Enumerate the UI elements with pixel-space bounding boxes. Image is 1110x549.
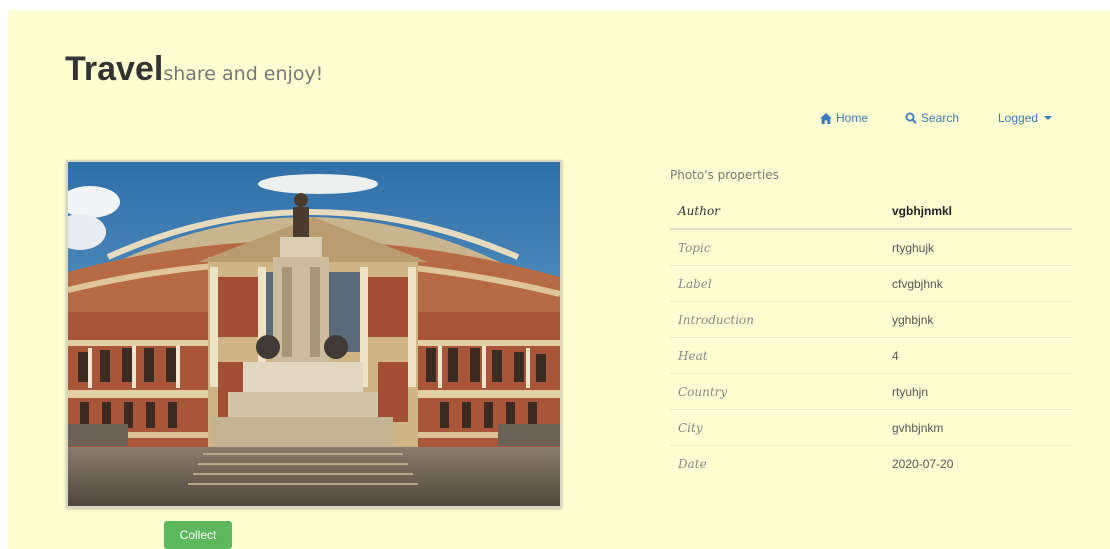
property-value: rtyghujk: [884, 228, 1072, 266]
brand-title: Travel: [65, 50, 164, 88]
property-key: Heat: [670, 337, 884, 374]
user-menu-label: Logged: [998, 111, 1039, 125]
nav-search-label: Search: [921, 111, 960, 125]
property-value: 4: [884, 337, 1072, 374]
properties-table: Author vgbhjnmkl Topic rtyghujk Label cf…: [670, 193, 1072, 481]
table-row: Label cfvgbjhnk: [670, 265, 1072, 302]
property-value: yghbjnk: [884, 301, 1072, 338]
property-key: Introduction: [670, 301, 884, 338]
property-value: gvhbjnkm: [884, 409, 1072, 446]
home-icon: [820, 112, 832, 124]
table-row: Heat 4: [670, 337, 1072, 374]
nav-search-link[interactable]: Search: [905, 110, 959, 126]
search-icon: [905, 112, 917, 124]
property-key: Country: [670, 373, 884, 410]
property-value: rtyuhjn: [884, 373, 1072, 410]
nav-home-label: Home: [836, 111, 869, 125]
property-key: Date: [670, 445, 884, 481]
brand-subtitle: share and enjoy!: [163, 63, 324, 85]
page: Travelshare and enjoy! Home Search Logge…: [8, 10, 1110, 549]
table-row: Author vgbhjnmkl: [670, 193, 1072, 230]
property-key: City: [670, 409, 884, 446]
table-row: City gvhbjnkm: [670, 409, 1072, 446]
property-key: Label: [670, 265, 884, 302]
brand: Travelshare and enjoy!: [65, 50, 323, 89]
caret-down-icon: [1044, 116, 1053, 120]
table-row: Topic rtyghujk: [670, 228, 1072, 266]
user-menu-dropdown[interactable]: Logged: [998, 110, 1053, 126]
table-row: Country rtyuhjn: [670, 373, 1072, 410]
nav-home-link[interactable]: Home: [820, 110, 868, 126]
property-key: Author: [670, 193, 884, 230]
property-key: Topic: [670, 228, 884, 266]
property-value: cfvgbjhnk: [884, 265, 1072, 302]
property-value: 2020-07-20: [884, 445, 1072, 481]
table-row: Date 2020-07-20: [670, 445, 1072, 481]
table-row: Introduction yghbjnk: [670, 301, 1072, 338]
collect-button[interactable]: Collect: [164, 521, 232, 549]
properties-caption: Photo's properties: [670, 168, 779, 182]
property-value: vgbhjnmkl: [884, 193, 1072, 230]
photo: [66, 160, 562, 508]
